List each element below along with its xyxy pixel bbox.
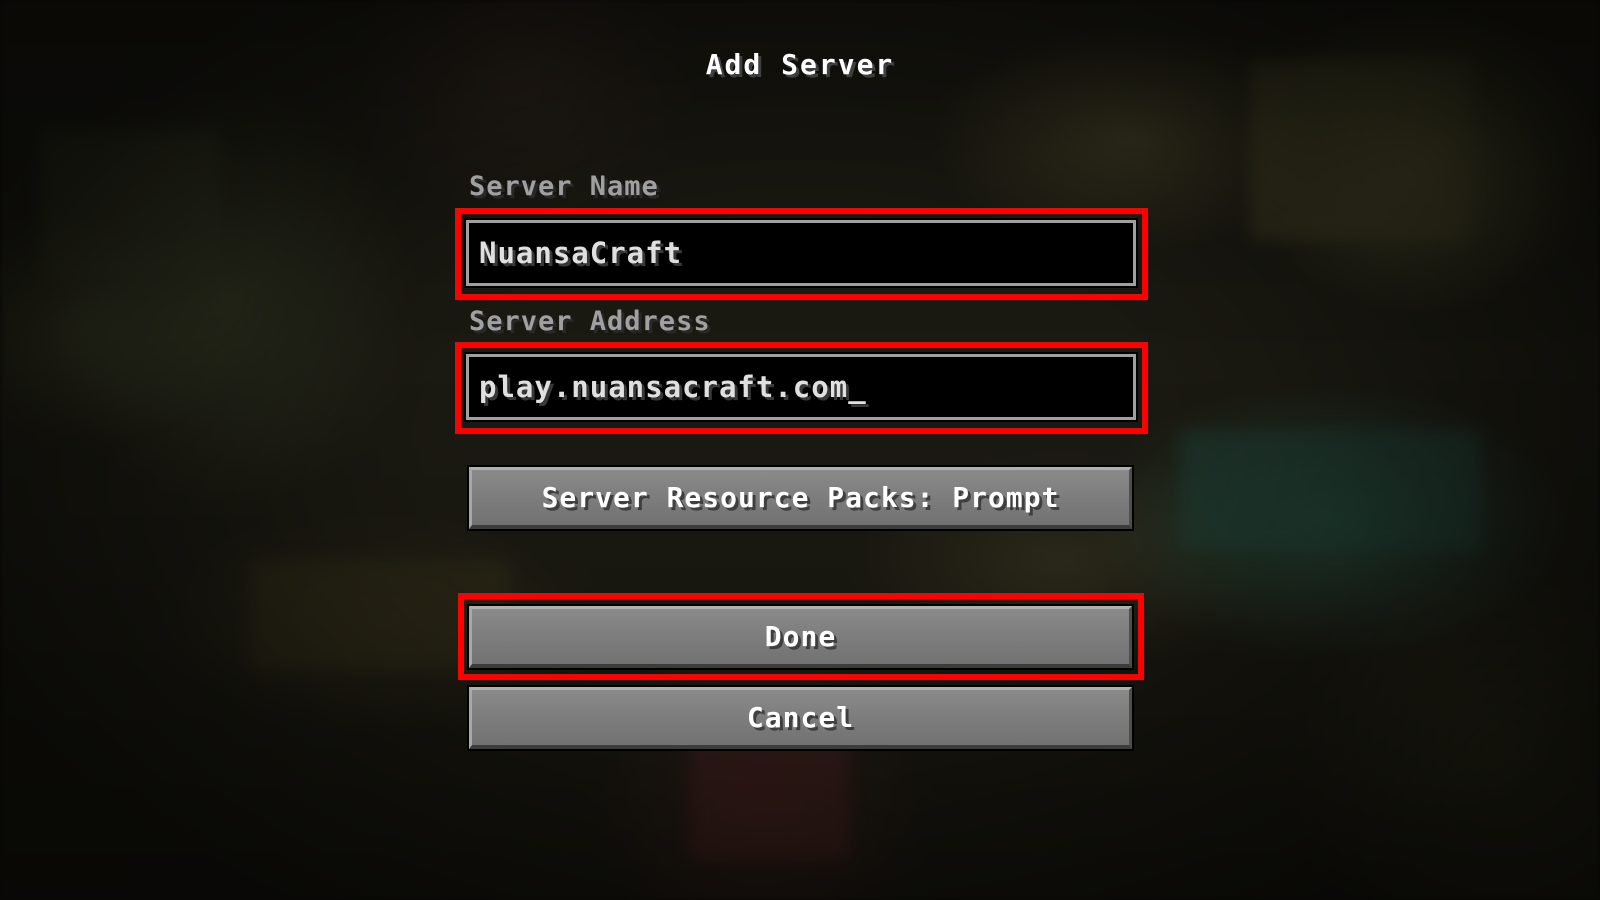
server-resource-packs-button[interactable]: Server Resource Packs: Prompt bbox=[467, 465, 1134, 531]
server-address-label: Server Address bbox=[469, 306, 711, 337]
server-name-label: Server Name bbox=[469, 171, 659, 202]
server-address-value: play.nuansacraft.com bbox=[479, 370, 849, 404]
server-name-value: NuansaCraft bbox=[479, 236, 683, 270]
cancel-button[interactable]: Cancel bbox=[467, 685, 1134, 751]
server-name-input[interactable]: NuansaCraft bbox=[464, 218, 1138, 288]
page-title: Add Server bbox=[705, 48, 895, 81]
done-button[interactable]: Done bbox=[467, 604, 1134, 670]
text-cursor: _ bbox=[848, 370, 867, 404]
vignette-overlay bbox=[0, 0, 1600, 900]
add-server-screen: Add Server Server Name NuansaCraft Serve… bbox=[0, 0, 1600, 900]
server-address-input[interactable]: play.nuansacraft.com _ bbox=[464, 352, 1138, 422]
